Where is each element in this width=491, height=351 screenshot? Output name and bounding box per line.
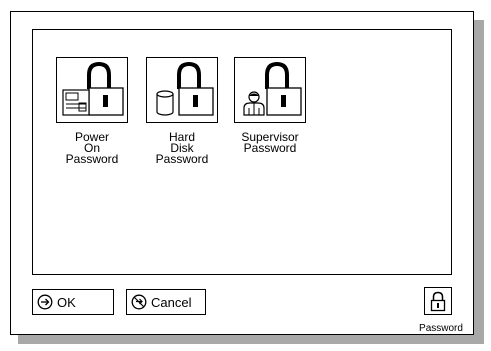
supervisor-password-label: Supervisor Password (241, 130, 299, 155)
arrow-right-circle-icon (37, 294, 53, 310)
ok-button[interactable]: OK (32, 289, 114, 315)
hard-disk-lock-icon[interactable] (146, 57, 218, 123)
cancel-button[interactable]: Cancel (126, 289, 206, 315)
cancel-arrow-icon (131, 294, 147, 310)
ok-button-label: OK (57, 294, 76, 310)
supervisor-lock-icon[interactable] (234, 57, 306, 123)
power-on-lock-icon[interactable] (56, 57, 128, 123)
password-panel: Power On Password Hard Disk Password Sup… (32, 29, 452, 275)
password-button-label: Password (419, 323, 463, 334)
password-dialog: Power On Password Hard Disk Password Sup… (10, 11, 474, 335)
cancel-button-label: Cancel (151, 294, 192, 310)
padlock-icon (430, 291, 446, 312)
hard-disk-password-label: Hard Disk Password (155, 130, 209, 166)
password-button[interactable] (424, 287, 452, 315)
power-on-password-label: Power On Password (65, 130, 119, 166)
